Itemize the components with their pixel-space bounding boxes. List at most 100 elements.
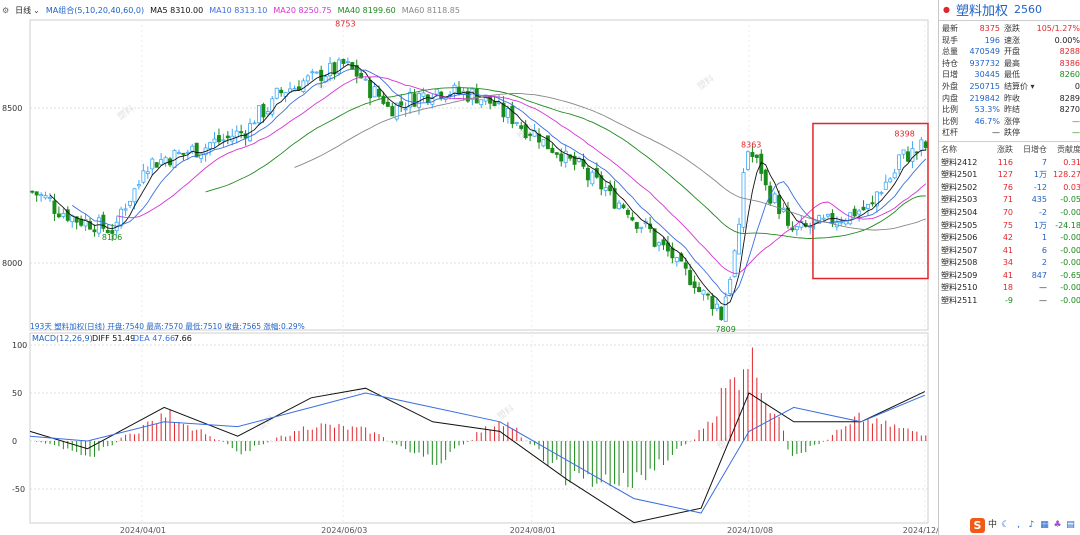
contract-name: 塑料2503	[941, 195, 978, 205]
candle-up	[821, 217, 826, 220]
contract-contribution: 0.03	[1063, 182, 1080, 192]
contract-oi-change: -12	[1033, 182, 1047, 192]
candle-up	[234, 130, 239, 138]
contract-change: 34	[1002, 258, 1013, 268]
contract-row[interactable]: 塑料2501 127 1万 128.27	[939, 169, 1080, 182]
contract-name: 塑料2412	[941, 157, 978, 167]
contract-name: 塑料2506	[941, 233, 978, 243]
watermark-text: 塑料	[115, 102, 137, 122]
candle-down	[754, 154, 759, 158]
candle-up	[714, 303, 719, 309]
quote-value: 8375	[979, 24, 1000, 33]
quote-label: 涨停	[1004, 116, 1020, 126]
contract-oi-change: 435	[1031, 195, 1047, 205]
candle-up	[723, 296, 728, 322]
ime-logo-icon[interactable]: S	[970, 517, 985, 533]
candle-up	[745, 151, 750, 170]
chart-canvas[interactable]: 8000 8500 100 50 0 -50 2024/04/01 2024/06/03 202…	[0, 0, 938, 535]
price-annotation: 8753	[335, 20, 355, 29]
contract-name: 塑料2502	[941, 182, 978, 192]
price-tick-label: 8500	[2, 104, 22, 113]
candle-up	[128, 200, 132, 206]
contract-row[interactable]: 塑料2412 116 7 0.31	[939, 157, 1080, 170]
ime-language-toggle[interactable]: 中	[987, 520, 998, 531]
ma-line-ma5	[49, 64, 926, 306]
candle-up	[136, 184, 141, 187]
candle-up	[363, 78, 368, 81]
grid-icon[interactable]: ▤	[1065, 520, 1076, 531]
comma-icon[interactable]: ,	[1013, 520, 1024, 531]
candle-down	[261, 104, 266, 118]
moon-icon[interactable]: ☾	[1000, 520, 1011, 531]
contracts-column-header[interactable]: 贡献度	[1047, 144, 1080, 157]
contract-oi-change: 1万	[1033, 170, 1047, 180]
contract-row[interactable]: 塑料2510 18 — -0.00	[939, 282, 1080, 295]
contract-change: 70	[1002, 207, 1013, 217]
candle-up	[252, 122, 257, 125]
quote-title: ● 塑料加权 2560	[939, 0, 1080, 19]
macd-tick-label: -50	[12, 485, 25, 494]
contract-name: 塑料2507	[941, 245, 978, 255]
candle-up	[96, 217, 101, 234]
contracts-column-header[interactable]: 日增仓	[1013, 144, 1047, 157]
candle-up	[305, 75, 310, 82]
candle-up	[728, 279, 733, 294]
candle-down	[630, 217, 635, 221]
contract-row[interactable]: 塑料2503 71 435 -0.05	[939, 194, 1080, 207]
contract-row[interactable]: 塑料2502 76 -12 0.03	[939, 182, 1080, 195]
candle-down	[412, 93, 417, 107]
candle-down	[870, 202, 875, 205]
candle-up	[897, 154, 902, 170]
contract-change: 42	[1002, 233, 1013, 243]
contract-name: 塑料2509	[941, 270, 978, 280]
candle-down	[377, 88, 381, 97]
candle-up	[39, 194, 44, 197]
symbol-name: 塑料加权	[955, 3, 1008, 19]
contracts-rows: 塑料2412 116 7 0.31 塑料2501 127 1万 128.27 塑料2502 76 -…	[939, 157, 1080, 308]
contract-row[interactable]: 塑料2509 41 847 -0.65	[939, 270, 1080, 283]
contract-contribution: -0.00	[1060, 207, 1080, 217]
candle-down	[528, 133, 533, 136]
quote-label: 涨跌	[1004, 24, 1020, 33]
candle-down	[763, 169, 768, 186]
contract-oi-change: —	[1039, 283, 1047, 293]
contract-row[interactable]: 塑料2507 41 6 -0.00	[939, 245, 1080, 258]
candle-up	[772, 193, 777, 204]
candle-up	[848, 212, 853, 225]
keyboard-icon[interactable]: ▦	[1039, 520, 1050, 531]
quote-value: 53.3%	[974, 105, 1000, 115]
contract-contribution: -0.00	[1060, 245, 1080, 255]
candle-up	[345, 61, 350, 64]
quote-value: 46.7%	[974, 116, 1000, 126]
candle-up	[674, 257, 679, 263]
contracts-column-header[interactable]: 涨跌	[981, 144, 1013, 157]
contract-oi-change: 847	[1031, 270, 1047, 280]
candle-down	[559, 153, 564, 162]
candle-up	[701, 289, 706, 295]
candle-down	[906, 151, 910, 162]
quote-value: 8260	[1059, 70, 1080, 80]
candle-up	[176, 152, 181, 155]
candle-up	[274, 87, 279, 99]
candle-up	[301, 80, 306, 92]
candle-down	[56, 213, 61, 218]
contract-row[interactable]: 塑料2504 70 -2 -0.00	[939, 207, 1080, 220]
clothing-icon[interactable]: ♣	[1052, 520, 1063, 531]
contract-row[interactable]: 塑料2505 75 1万 -24.18	[939, 220, 1080, 233]
contract-oi-change: -2	[1039, 207, 1047, 217]
candle-up	[826, 213, 830, 217]
contract-row[interactable]: 塑料2511 -9 — -0.00	[939, 295, 1080, 308]
contract-row[interactable]: 塑料2508 34 2 -0.00	[939, 257, 1080, 270]
contracts-column-header[interactable]: 名称	[941, 144, 981, 157]
candle-up	[839, 221, 844, 224]
candle-down	[194, 142, 199, 158]
microphone-icon[interactable]: ♪	[1026, 520, 1037, 531]
contract-row[interactable]: 塑料2506 42 1 -0.00	[939, 232, 1080, 245]
candle-down	[225, 135, 230, 139]
candle-up	[603, 187, 608, 191]
contract-change: 127	[997, 170, 1013, 180]
price-annotation: 8398	[894, 130, 914, 139]
quote-label: 开盘	[1004, 47, 1020, 57]
quote-label: 昨结	[1004, 105, 1020, 115]
divider	[939, 20, 1080, 21]
